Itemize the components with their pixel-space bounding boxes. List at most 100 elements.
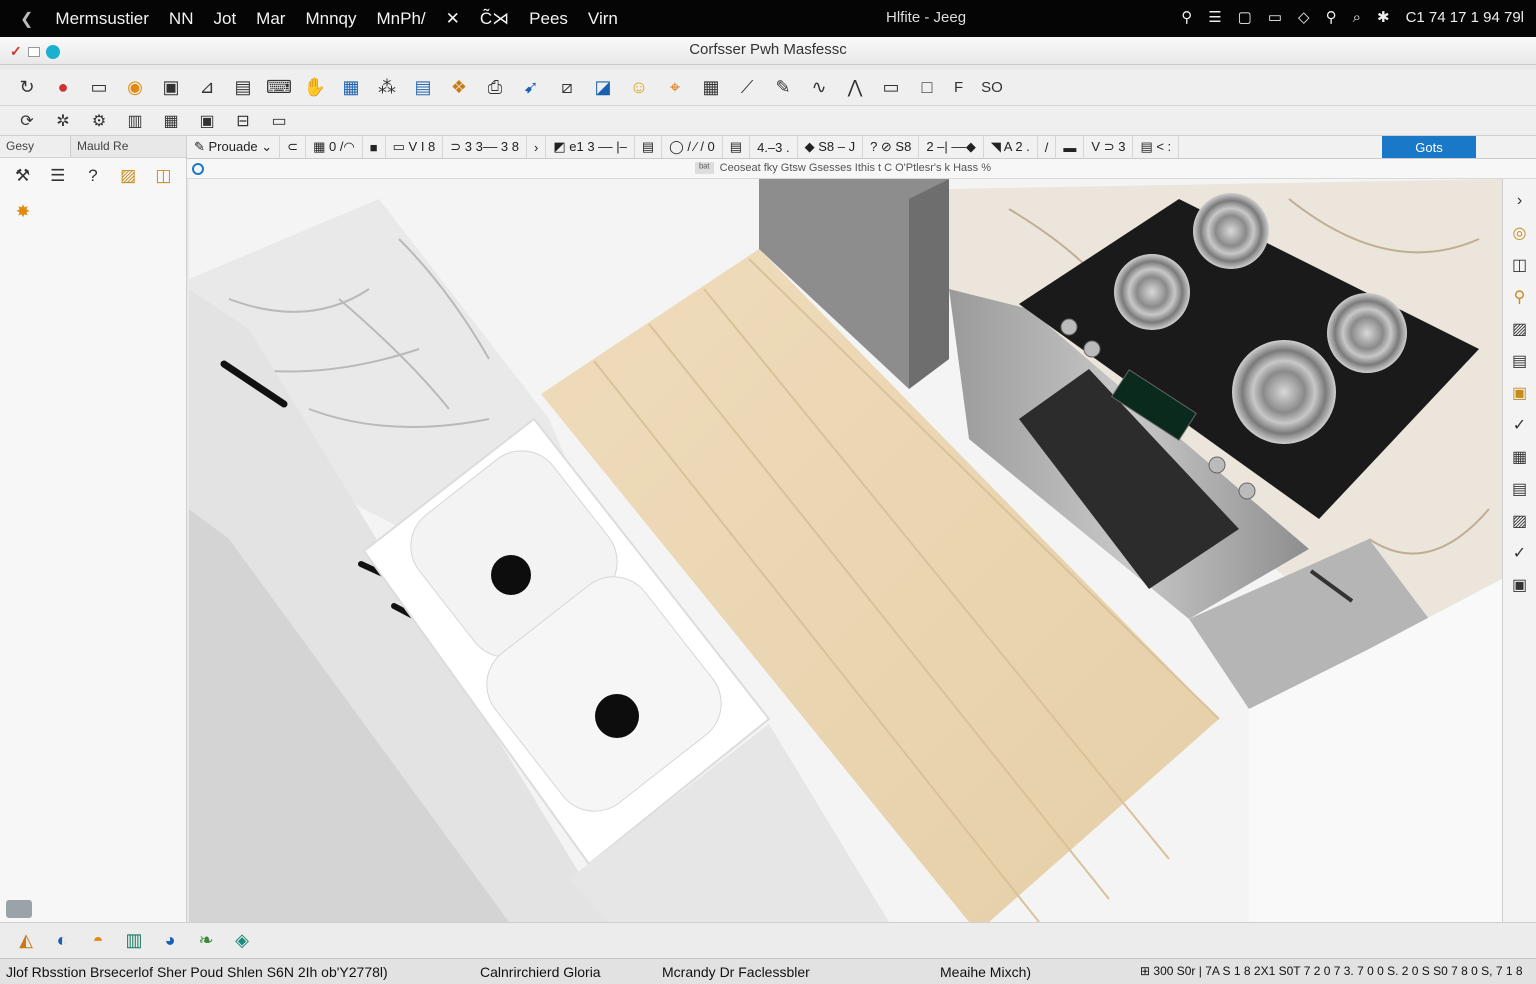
film-icon[interactable]: ▥: [120, 109, 150, 133]
grid-icon[interactable]: ▦: [336, 74, 366, 102]
ctx-item-8[interactable]: ◩ e1 3 –– |–: [546, 136, 635, 158]
components-icon[interactable]: ❖: [444, 74, 474, 102]
materials-icon[interactable]: ▨: [1508, 317, 1532, 341]
ctx-item-1[interactable]: ✎ Prouade ⌄: [187, 136, 281, 158]
tab-gesy[interactable]: Gesy: [0, 136, 40, 157]
wrench-icon[interactable]: ⚒: [8, 163, 37, 189]
ctx-item-10[interactable]: ◯ / ⁄ / 0: [662, 136, 723, 158]
menu-item-5[interactable]: Mnnqy: [295, 9, 366, 29]
check-icon[interactable]: ✓: [1508, 413, 1532, 437]
menu-item-9[interactable]: Pees: [519, 9, 578, 29]
menu-item-6[interactable]: MnPh/: [366, 9, 435, 29]
ctx-item-18[interactable]: ▬: [1056, 136, 1085, 158]
folder-icon[interactable]: ▭: [264, 109, 294, 133]
paint-icon[interactable]: ⚲: [1508, 285, 1532, 309]
search-icon[interactable]: ⌕: [1353, 9, 1361, 26]
ctx-item-5[interactable]: ▭ V I 8: [386, 136, 444, 158]
document-icon[interactable]: ▤: [228, 74, 258, 102]
select-arrow-icon[interactable]: ➹: [516, 74, 546, 102]
menu-item-10[interactable]: Virn: [578, 9, 628, 29]
tag-icon[interactable]: ⌖: [660, 74, 690, 102]
image-icon[interactable]: ▨: [114, 163, 143, 189]
smile-icon[interactable]: ☺: [624, 74, 654, 102]
ctx-item-14[interactable]: ? ⊘ S8: [863, 136, 920, 158]
toolbar-label-so[interactable]: SO: [975, 79, 1009, 96]
toolbar-label-f[interactable]: F: [948, 79, 969, 96]
wave-icon[interactable]: ◐: [46, 927, 78, 955]
location-icon[interactable]: ⚲: [1326, 8, 1337, 26]
globe-icon[interactable]: ◕: [154, 927, 186, 955]
sun-icon[interactable]: ◉: [120, 74, 150, 102]
bluetooth-icon[interactable]: ⚲: [1181, 8, 1192, 26]
print-icon[interactable]: ⎙: [480, 74, 510, 102]
layers-panel-icon[interactable]: ▤: [1508, 477, 1532, 501]
menu-item-2[interactable]: NN: [159, 9, 204, 29]
measurements-box[interactable]: ⊞ 300 S0r | 7A S 1 8 2X1 S0T 7 2 0 7 3. …: [1140, 964, 1523, 978]
frame-icon[interactable]: ▣: [156, 74, 186, 102]
record-icon[interactable]: ●: [48, 74, 78, 102]
sheet-icon[interactable]: ▥: [118, 927, 150, 955]
ctx-item-19[interactable]: V ⊃ 3: [1084, 136, 1134, 158]
display-icon[interactable]: ◇: [1298, 8, 1310, 26]
menu-item-7[interactable]: ✕: [436, 9, 470, 29]
square-icon[interactable]: □: [912, 74, 942, 102]
line-icon[interactable]: ⟋: [732, 74, 762, 102]
rectangle-icon[interactable]: ▭: [876, 74, 906, 102]
box-icon[interactable]: ◫: [149, 163, 178, 189]
monitor-icon[interactable]: ▭: [84, 74, 114, 102]
orbit-icon[interactable]: ↻: [12, 74, 42, 102]
ctx-item-4[interactable]: ■: [363, 136, 386, 158]
tags-icon[interactable]: ✓: [1508, 541, 1532, 565]
3d-viewport[interactable]: [189, 179, 1502, 922]
window-icon[interactable]: ▢: [1238, 8, 1252, 26]
star-icon[interactable]: ✸: [8, 199, 38, 225]
rotate-icon[interactable]: ⟳: [12, 109, 42, 133]
ctx-item-9[interactable]: ▤: [635, 136, 663, 158]
leaf-icon[interactable]: ❧: [190, 927, 222, 955]
network-icon[interactable]: ⁂: [372, 74, 402, 102]
ctx-item-3[interactable]: ▦ 0 /◠: [306, 136, 363, 158]
battery-icon[interactable]: ▭: [1268, 8, 1282, 26]
keyboard-icon[interactable]: ⌨: [264, 74, 294, 102]
gear-icon[interactable]: ⚙: [84, 109, 114, 133]
clock[interactable]: C1 74 17 1 94 79l: [1406, 9, 1524, 26]
menu-item-app[interactable]: Mermsustier: [45, 9, 159, 29]
camera-icon[interactable]: ◫: [1508, 253, 1532, 277]
wifi-icon[interactable]: ☰: [1208, 8, 1221, 26]
ctx-item-12[interactable]: 4.–3 .: [750, 136, 798, 158]
ctx-item-20[interactable]: ▤ < :: [1133, 136, 1180, 158]
chevron-left-icon[interactable]: ❮: [0, 9, 45, 29]
paint-bucket-icon[interactable]: ◪: [588, 74, 618, 102]
highlight-button[interactable]: Gots: [1382, 136, 1476, 158]
chevron-right-icon[interactable]: ›: [1508, 189, 1532, 213]
pencil-icon[interactable]: ✎: [768, 74, 798, 102]
info-icon[interactable]: [192, 163, 204, 175]
tab-mauld[interactable]: Mauld Re: [70, 136, 186, 157]
panel-collapse-button[interactable]: [6, 900, 32, 918]
eye-icon[interactable]: ◎: [1508, 221, 1532, 245]
control-center-icon[interactable]: ✱: [1377, 8, 1390, 26]
ctx-item-6[interactable]: ⊃ 3 3–– 3 8: [443, 136, 528, 158]
menu-item-4[interactable]: Mar: [246, 9, 295, 29]
eraser-icon[interactable]: ⧄: [552, 74, 582, 102]
shadows-icon[interactable]: ▣: [1508, 573, 1532, 597]
outliner-icon[interactable]: ▦: [1508, 445, 1532, 469]
scenes-icon[interactable]: ▨: [1508, 509, 1532, 533]
tools-icon[interactable]: ✲: [48, 109, 78, 133]
ruler-icon[interactable]: ⊿: [192, 74, 222, 102]
menu-item-8[interactable]: C̃⋊: [470, 9, 519, 29]
scene-icon[interactable]: ▣: [192, 109, 222, 133]
help-icon[interactable]: ?: [78, 163, 107, 189]
ctx-item-7[interactable]: ›: [527, 136, 547, 158]
ctx-item-17[interactable]: /: [1038, 136, 1057, 158]
table-icon[interactable]: ▦: [696, 74, 726, 102]
ctx-item-2[interactable]: ⊂: [280, 136, 307, 158]
ctx-item-13[interactable]: ◆ S8 – J: [798, 136, 864, 158]
components-panel-icon[interactable]: ▣: [1508, 381, 1532, 405]
section-icon[interactable]: ⊟: [228, 109, 258, 133]
freehand-icon[interactable]: ∿: [804, 74, 834, 102]
menu-item-3[interactable]: Jot: [203, 9, 246, 29]
ctx-item-16[interactable]: ◥ A 2 .: [984, 136, 1038, 158]
ctx-item-11[interactable]: ▤: [723, 136, 751, 158]
sunset-icon[interactable]: ◓: [82, 927, 114, 955]
